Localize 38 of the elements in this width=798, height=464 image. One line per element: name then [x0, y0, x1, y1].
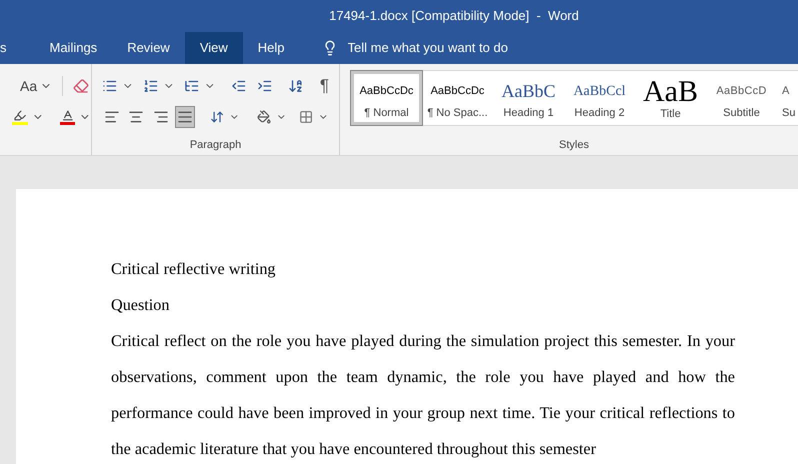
document-paragraph: Critical reflective writing — [111, 259, 277, 280]
ribbon-tab[interactable]: View — [184, 32, 243, 64]
highlighter-icon[interactable] — [12, 109, 28, 125]
style-item[interactable]: AaBbCcD Subtitle — [706, 71, 777, 125]
eraser-icon[interactable] — [73, 78, 90, 94]
style-item[interactable]: AaBbCcDc ¶ No Spac... — [422, 71, 493, 125]
font-color-icon[interactable] — [60, 109, 76, 125]
paint-bucket-icon[interactable] — [256, 109, 271, 125]
increase-indent-icon[interactable] — [256, 78, 272, 94]
ribbon-tab[interactable]: Review — [112, 32, 185, 64]
bullets-icon[interactable] — [102, 78, 118, 94]
borders-icon[interactable] — [299, 109, 314, 125]
alignment-lines-icon — [128, 109, 144, 125]
style-item[interactable]: A Su — [777, 71, 798, 125]
style-item[interactable]: AaB Title — [635, 71, 706, 125]
show-marks-button[interactable]: ¶ — [320, 73, 330, 99]
numbering-icon[interactable] — [143, 78, 159, 94]
ribbon-tab[interactable]: s — [0, 32, 34, 64]
document-paragraph: Critical reflect on the role you have played during the simulation project this semester. In your observations, comment upon the team dynamic, the role you have played and how the performance could have been improved in your group next time. Tie your critical reflections to the academic literature that you have encountered throughout this semester — [111, 331, 735, 460]
line-spacing-icon[interactable] — [210, 109, 224, 125]
alignment-lines-icon — [152, 109, 169, 125]
ribbon-tab[interactable]: Mailings — [34, 32, 112, 64]
group-label: Paragraph — [190, 138, 242, 152]
sort-icon[interactable] — [288, 78, 304, 94]
window-title: 17494-1.docx [Compatibility Mode] - Word — [329, 7, 579, 26]
decrease-indent-icon[interactable] — [231, 78, 247, 94]
ribbon-tab[interactable]: Help — [242, 32, 300, 64]
align-button[interactable] — [175, 106, 195, 128]
change-case-button[interactable]: Aa — [20, 76, 52, 96]
alignment-lines-icon — [104, 109, 120, 125]
tell-me-field[interactable]: Tell me what you want to do — [348, 38, 548, 58]
group-label: Styles — [559, 138, 589, 152]
alignment-lines-icon — [177, 109, 194, 125]
multilevel-list-icon[interactable] — [184, 78, 200, 94]
style-item[interactable]: AaBbCcl Heading 2 — [564, 71, 635, 125]
style-item[interactable]: AaBbC Heading 1 — [493, 71, 564, 125]
style-item[interactable]: AaBbCcDc ¶ Normal — [351, 71, 422, 125]
document-paragraph: Question — [111, 295, 170, 316]
